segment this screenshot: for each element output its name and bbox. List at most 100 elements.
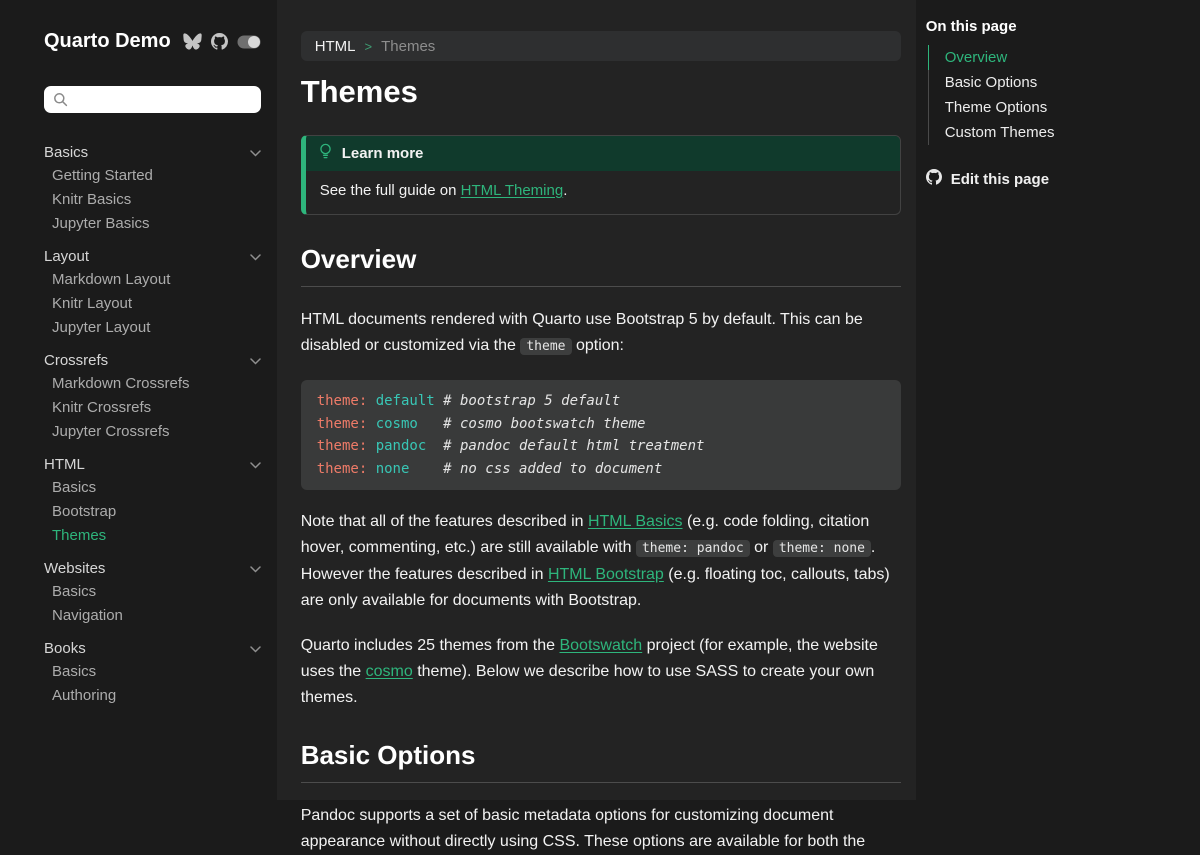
paragraph-text: Quarto includes 25 themes from the [301,637,560,654]
theme-toggle-icon[interactable] [237,35,261,49]
code-value: none [376,461,443,477]
sidebar-section-html: HTML Basics Bootstrap Themes [44,452,261,548]
sidebar-item-themes-active[interactable]: Themes [44,524,261,548]
sidebar-section-title[interactable]: Layout [44,244,261,268]
basic-options-paragraph-1: Pandoc supports a set of basic metadata … [301,803,901,855]
toc-item-overview[interactable]: Overview [928,45,1190,70]
code-key: theme: [317,461,376,477]
callout-title: Learn more [342,145,424,162]
paragraph-text: Note that all of the features described … [301,513,588,530]
sidebar-section-title[interactable]: Basics [44,140,261,164]
code-line: theme: default # bootstrap 5 default [317,390,885,413]
bootswatch-link[interactable]: Bootswatch [559,637,642,654]
brand-row: Quarto Demo [44,30,261,53]
sidebar-item-knitr-basics[interactable]: Knitr Basics [44,188,261,212]
toc-list: Overview Basic Options Theme Options Cus… [928,45,1190,145]
site-title: Quarto Demo [44,30,171,53]
edit-this-page-label: Edit this page [951,171,1049,188]
sidebar-item-navigation[interactable]: Navigation [44,604,261,628]
sidebar-section-label: Basics [44,144,88,161]
sidebar-section-layout: Layout Markdown Layout Knitr Layout Jupy… [44,244,261,340]
code-line: theme: none # no css added to document [317,458,885,481]
left-sidebar: Quarto Demo Basics Getting Started Knitr… [0,0,277,800]
sidebar-section-basics: Basics Getting Started Knitr Basics Jupy… [44,140,261,236]
code-comment: # pandoc default html treatment [443,438,704,454]
sidebar-section-books: Books Basics Authoring [44,636,261,708]
inline-code-theme-none: theme: none [773,540,871,557]
breadcrumb-link-html[interactable]: HTML [315,38,356,55]
toc-item-theme-options[interactable]: Theme Options [929,95,1190,120]
sidebar-section-label: HTML [44,456,85,473]
html-theming-link[interactable]: HTML Theming [461,182,564,199]
right-sidebar: On this page Overview Basic Options Them… [916,0,1200,800]
sidebar-section-label: Layout [44,248,89,265]
code-key: theme: [317,393,376,409]
callout-text: See the full guide on [320,182,461,199]
sidebar-item-html-basics[interactable]: Basics [44,476,261,500]
sidebar-item-bootstrap[interactable]: Bootstrap [44,500,261,524]
sidebar-item-getting-started[interactable]: Getting Started [44,164,261,188]
callout-body: See the full guide on HTML Theming. [306,171,900,214]
code-value: default [376,393,443,409]
sidebar-section-crossrefs: Crossrefs Markdown Crossrefs Knitr Cross… [44,348,261,444]
inline-code-theme-pandoc: theme: pandoc [636,540,750,557]
sidebar-item-jupyter-crossrefs[interactable]: Jupyter Crossrefs [44,420,261,444]
overview-paragraph-1: HTML documents rendered with Quarto use … [301,307,901,360]
code-line: theme: cosmo # cosmo bootswatch theme [317,413,885,436]
breadcrumb-separator: > [365,39,373,54]
sidebar-section-title[interactable]: Crossrefs [44,348,261,372]
code-value: cosmo [376,416,443,432]
code-line: theme: pandoc # pandoc default html trea… [317,435,885,458]
sidebar-item-authoring[interactable]: Authoring [44,684,261,708]
html-basics-link[interactable]: HTML Basics [588,513,683,530]
search-box [44,86,261,113]
github-icon[interactable] [211,33,228,50]
sidebar-nav: Basics Getting Started Knitr Basics Jupy… [44,140,261,708]
sidebar-item-markdown-crossrefs[interactable]: Markdown Crossrefs [44,372,261,396]
toc-item-custom-themes[interactable]: Custom Themes [929,120,1190,145]
breadcrumb-current: Themes [381,38,435,55]
chevron-down-icon[interactable] [250,248,261,265]
overview-paragraph-3: Quarto includes 25 themes from the Boots… [301,633,901,711]
chevron-down-icon[interactable] [250,640,261,657]
bluesky-icon[interactable] [183,33,202,50]
code-comment: # bootstrap 5 default [443,393,620,409]
search-icon [53,92,68,112]
sidebar-item-knitr-layout[interactable]: Knitr Layout [44,292,261,316]
learn-more-callout: Learn more See the full guide on HTML Th… [301,135,901,215]
toc-item-basic-options[interactable]: Basic Options [929,70,1190,95]
toc-heading: On this page [926,18,1190,35]
sidebar-section-title[interactable]: Websites [44,556,261,580]
inline-code-theme: theme [520,338,571,355]
edit-this-page-link[interactable]: Edit this page [926,169,1190,189]
breadcrumb: HTML > Themes [301,31,901,61]
code-key: theme: [317,416,376,432]
github-icon [926,169,942,189]
search-input[interactable] [44,86,261,113]
paragraph-text: or [750,539,773,556]
code-comment: # no css added to document [443,461,662,477]
sidebar-section-label: Websites [44,560,105,577]
page-title: Themes [301,73,901,111]
main-content: HTML > Themes Themes Learn more See the … [277,0,916,800]
cosmo-link[interactable]: cosmo [366,663,413,680]
lightbulb-icon [318,143,333,164]
sidebar-item-jupyter-layout[interactable]: Jupyter Layout [44,316,261,340]
sidebar-section-title[interactable]: Books [44,636,261,660]
chevron-down-icon[interactable] [250,560,261,577]
sidebar-item-books-basics[interactable]: Basics [44,660,261,684]
paragraph-text: option: [572,337,624,354]
sidebar-item-markdown-layout[interactable]: Markdown Layout [44,268,261,292]
chevron-down-icon[interactable] [250,456,261,473]
callout-header: Learn more [306,136,900,171]
sidebar-item-websites-basics[interactable]: Basics [44,580,261,604]
sidebar-section-title[interactable]: HTML [44,452,261,476]
code-value: pandoc [376,438,443,454]
sidebar-item-jupyter-basics[interactable]: Jupyter Basics [44,212,261,236]
chevron-down-icon[interactable] [250,144,261,161]
sidebar-item-knitr-crossrefs[interactable]: Knitr Crossrefs [44,396,261,420]
chevron-down-icon[interactable] [250,352,261,369]
sidebar-section-label: Books [44,640,86,657]
html-bootstrap-link[interactable]: HTML Bootstrap [548,566,664,583]
sidebar-section-websites: Websites Basics Navigation [44,556,261,628]
